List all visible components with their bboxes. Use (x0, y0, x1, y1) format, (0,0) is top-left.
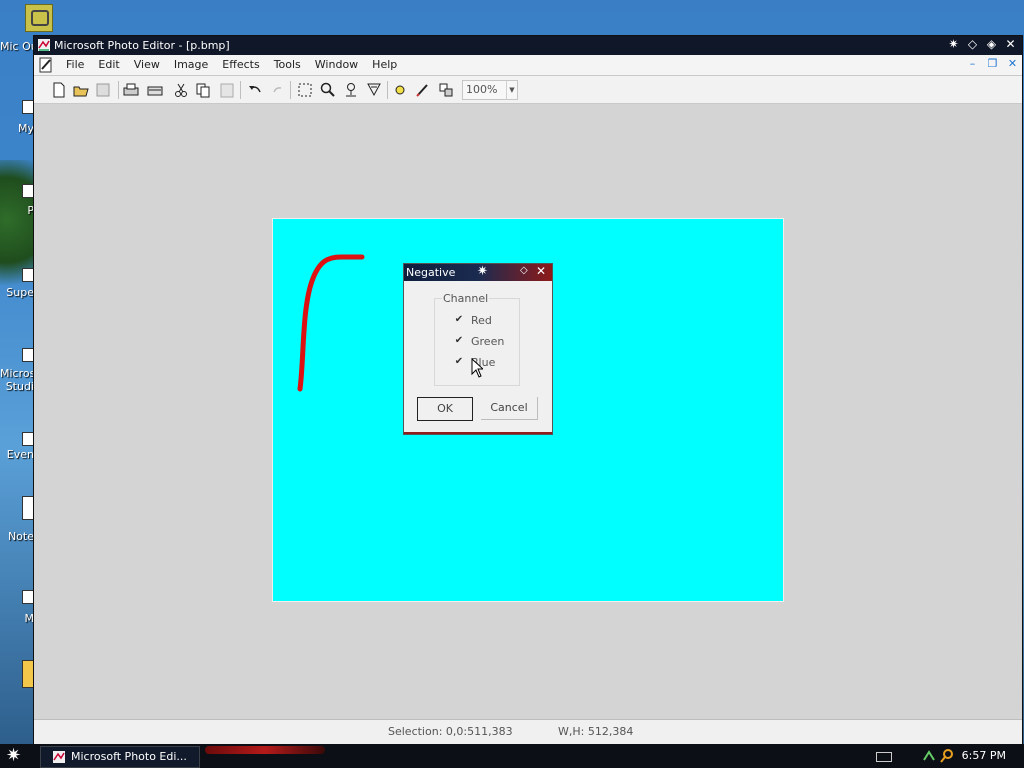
desktop-icon-label: Mic Ou (0, 40, 34, 53)
scan-icon[interactable] (146, 81, 164, 99)
dialog-title-bar[interactable]: Negative ✷ ◇ ✕ (404, 264, 552, 281)
save-icon[interactable] (94, 81, 112, 99)
cut-icon[interactable] (172, 81, 190, 99)
checkbox-green[interactable]: ✔ Green (454, 335, 534, 349)
dialog-title: Negative (406, 266, 456, 279)
help-star-icon[interactable]: ✷ (946, 37, 961, 52)
menu-file[interactable]: File (59, 58, 91, 71)
select-icon[interactable] (296, 81, 314, 99)
resize-icon[interactable]: ◈ (984, 37, 999, 52)
checkbox-label: Green (471, 335, 505, 348)
checkbox-red[interactable]: ✔ Red (454, 314, 534, 328)
copy-icon[interactable] (194, 81, 212, 99)
zoom-select[interactable]: 100% ▼ (462, 80, 518, 100)
dialog-bottom-border (404, 432, 552, 434)
redo-icon[interactable] (268, 81, 286, 99)
desktop-icon-label: My (17, 122, 34, 135)
menu-view[interactable]: View (127, 58, 167, 71)
close-document-icon[interactable]: ✕ (1007, 58, 1018, 69)
size-status: W,H: 512,384 (558, 725, 634, 738)
status-bar: Selection: 0,0:511,383 W,H: 512,384 (34, 719, 1022, 744)
toolbar: 100% ▼ (34, 76, 1022, 104)
network-icon[interactable] (922, 748, 936, 764)
menu-window[interactable]: Window (308, 58, 365, 71)
clock: 6:57 PM (961, 749, 1006, 762)
taskbar: ✷ Microsoft Photo Edi... 6:57 PM (0, 744, 1024, 768)
ok-button[interactable]: OK (417, 397, 473, 421)
cancel-button[interactable]: Cancel (481, 397, 538, 420)
selection-status: Selection: 0,0:511,383 (388, 725, 513, 738)
system-tray: 6:57 PM (864, 744, 1024, 768)
desktop-app-icon[interactable] (25, 4, 53, 32)
undo-icon[interactable] (246, 81, 264, 99)
checkmark-icon: ✔ (454, 314, 464, 325)
checkbox-label: Red (471, 314, 492, 327)
wallpaper-streak (205, 746, 325, 754)
zoom-value: 100% (466, 83, 498, 96)
photo-editor-app-icon (38, 39, 50, 51)
open-folder-icon[interactable] (72, 81, 90, 99)
minimize-icon[interactable]: – (967, 58, 978, 69)
balance-icon[interactable] (391, 81, 409, 99)
menu-effects[interactable]: Effects (215, 58, 266, 71)
menu-edit[interactable]: Edit (91, 58, 126, 71)
document-icon[interactable] (38, 57, 54, 73)
paste-icon[interactable] (218, 81, 236, 99)
print-icon[interactable] (122, 81, 140, 99)
desktop-icon-label: Microsc Studi (0, 367, 34, 393)
menu-tools[interactable]: Tools (267, 58, 308, 71)
sharpen-icon[interactable] (365, 81, 383, 99)
search-icon[interactable] (940, 748, 954, 764)
menu-image[interactable]: Image (167, 58, 215, 71)
title-bar[interactable]: Microsoft Photo Editor - [p.bmp] ✷ ◇ ◈ ✕ (34, 36, 1022, 55)
desktop-icon-label: Supe (6, 286, 34, 299)
start-icon[interactable]: ✷ (6, 746, 28, 766)
checkmark-icon: ✔ (454, 335, 464, 346)
menu-bar: File Edit View Image Effects Tools Windo… (34, 55, 1022, 76)
desktop-icon-label: Note (7, 530, 34, 543)
photo-editor-app-icon (53, 751, 65, 763)
paint-icon[interactable] (414, 81, 432, 99)
restore-icon[interactable]: ❐ (987, 58, 998, 69)
new-file-icon[interactable] (50, 81, 68, 99)
close-icon[interactable]: ✕ (1003, 37, 1018, 52)
checkmark-icon: ✔ (454, 356, 464, 367)
menu-help[interactable]: Help (365, 58, 404, 71)
close-icon[interactable]: ✕ (536, 264, 546, 278)
smudge-icon[interactable] (342, 81, 360, 99)
chevron-down-icon[interactable]: ▼ (506, 81, 517, 99)
keyboard-icon[interactable] (876, 752, 892, 762)
negative-dialog: Negative ✷ ◇ ✕ Channel ✔ Red ✔ Green ✔ B… (403, 263, 553, 435)
mouse-cursor-icon (471, 358, 483, 378)
checkbox-blue[interactable]: ✔ Blue (454, 356, 534, 370)
pin-icon[interactable]: ◇ (965, 37, 980, 52)
taskbar-button-photo-editor[interactable]: Microsoft Photo Edi... (40, 746, 200, 768)
window-title: Microsoft Photo Editor - [p.bmp] (54, 39, 230, 52)
help-star-icon[interactable]: ✷ (477, 264, 488, 279)
desktop-icon-label: M (24, 612, 35, 625)
taskbar-button-label: Microsoft Photo Edi... (71, 750, 187, 763)
desktop-icon-label: P (27, 204, 34, 217)
desktop-icon-label: Even (6, 448, 34, 461)
channel-group-title: Channel (442, 292, 490, 305)
pin-icon[interactable]: ◇ (520, 265, 528, 276)
transparent-icon[interactable] (437, 81, 455, 99)
zoom-icon[interactable] (319, 81, 337, 99)
